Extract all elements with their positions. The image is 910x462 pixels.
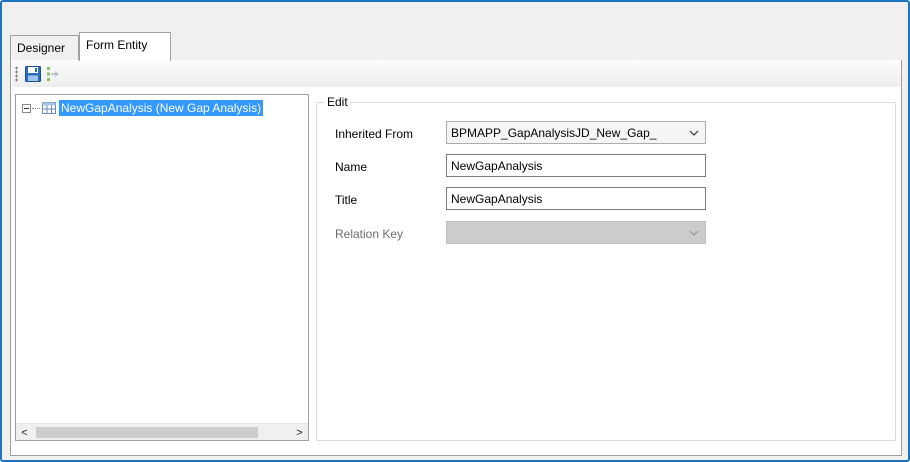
title-value: NewGapAnalysis [451, 192, 543, 206]
tree-export-icon [47, 67, 59, 81]
collapse-icon[interactable] [22, 103, 31, 113]
relation-key-label: Relation Key [335, 227, 404, 241]
inherited-from-select[interactable]: BPMAPP_GapAnalysisJD_New_Gap_ [446, 121, 706, 144]
toolbar [12, 61, 901, 87]
chevron-down-icon [689, 130, 699, 136]
inherited-from-value: BPMAPP_GapAnalysisJD_New_Gap_ [451, 126, 657, 140]
toolbar-grip-icon[interactable] [15, 66, 18, 82]
scroll-right-button[interactable]: > [291, 424, 308, 441]
chevron-down-icon [689, 230, 699, 236]
title-label: Title [335, 193, 358, 207]
tree-connector [32, 107, 40, 109]
save-button[interactable] [22, 63, 44, 85]
chevron-left-icon: < [21, 426, 28, 439]
tab-form-entity[interactable]: Form Entity [79, 32, 171, 61]
save-icon [25, 66, 41, 82]
tab-form-entity-label: Form Entity [86, 38, 148, 52]
entity-tree[interactable]: NewGapAnalysis (New Gap Analysis) < > [15, 94, 309, 441]
tree-node-label[interactable]: NewGapAnalysis (New Gap Analysis) [59, 100, 264, 116]
scrollbar-thumb[interactable] [36, 427, 258, 438]
edit-groupbox: Edit Inherited From BPMAPP_GapAnalysisJD… [316, 95, 896, 441]
title-field[interactable]: NewGapAnalysis [446, 187, 706, 210]
app-frame: Designer Form Entity NewGapAnalysis (New… [0, 0, 910, 462]
name-label: Name [335, 160, 368, 174]
relation-key-select[interactable] [446, 221, 706, 244]
tree-export-button[interactable] [43, 63, 65, 85]
form-entity-pane: NewGapAnalysis (New Gap Analysis) < > Ed… [10, 60, 902, 456]
chevron-right-icon: > [296, 426, 303, 439]
table-icon [42, 102, 56, 114]
scroll-left-button[interactable]: < [16, 424, 33, 441]
horizontal-scrollbar[interactable]: < > [16, 423, 308, 440]
tab-strip: Designer Form Entity [10, 29, 902, 61]
tree-node[interactable]: NewGapAnalysis (New Gap Analysis) [22, 99, 264, 117]
tab-designer[interactable]: Designer [10, 35, 79, 60]
edit-group-title: Edit [325, 95, 350, 109]
name-value: NewGapAnalysis [451, 159, 543, 173]
inherited-from-label: Inherited From [335, 127, 414, 141]
name-field[interactable]: NewGapAnalysis [446, 154, 706, 177]
tab-designer-label: Designer [17, 41, 66, 55]
